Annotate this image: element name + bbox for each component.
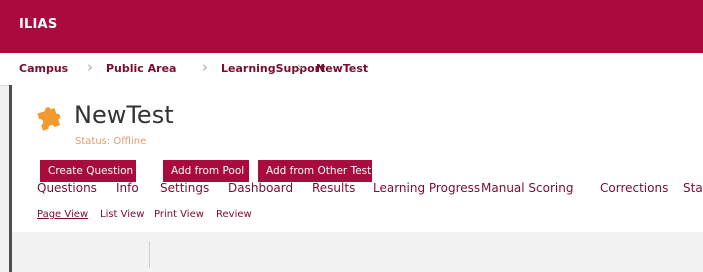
add-from-other-test-button[interactable]: Add from Other Test: [258, 160, 372, 182]
tab-info[interactable]: Info: [116, 181, 139, 195]
tab-corrections[interactable]: Corrections: [600, 181, 668, 195]
breadcrumb: Campus › Public Area › LearningSupport ›…: [0, 53, 703, 86]
toolbar: [12, 232, 703, 272]
subtab-page-view[interactable]: Page View: [37, 209, 88, 220]
tab-dashboard[interactable]: Dashboard: [228, 181, 293, 195]
puzzle-icon: [37, 107, 61, 131]
page-title: NewTest: [74, 101, 174, 129]
breadcrumb-item-public-area[interactable]: Public Area: [106, 62, 176, 75]
status-text: Status: Offline: [75, 136, 147, 147]
add-from-pool-button[interactable]: Add from Pool: [163, 160, 249, 182]
toolbar-divider: [149, 241, 150, 268]
tab-settings[interactable]: Settings: [160, 181, 209, 195]
top-header-bar: ILIAS: [0, 0, 703, 53]
breadcrumb-separator-icon: ›: [202, 58, 208, 76]
tab-learning-progress[interactable]: Learning Progress: [373, 181, 480, 195]
tab-manual-scoring[interactable]: Manual Scoring: [481, 181, 573, 195]
subtab-list-view[interactable]: List View: [100, 209, 144, 220]
subtab-review[interactable]: Review: [216, 209, 252, 220]
breadcrumb-separator-icon: ›: [297, 58, 303, 76]
tab-results[interactable]: Results: [312, 181, 355, 195]
create-question-button[interactable]: Create Question: [40, 160, 136, 182]
breadcrumb-item-campus[interactable]: Campus: [19, 62, 68, 75]
subtab-print-view[interactable]: Print View: [154, 209, 204, 220]
tab-questions[interactable]: Questions: [37, 181, 97, 195]
breadcrumb-item-learningsupport[interactable]: LearningSupport: [221, 62, 325, 75]
breadcrumb-separator-icon: ›: [87, 58, 93, 76]
breadcrumb-item-newtest[interactable]: NewTest: [316, 62, 368, 75]
ilias-logo[interactable]: ILIAS: [19, 17, 57, 32]
tab-statistics[interactable]: Sta: [683, 181, 703, 195]
